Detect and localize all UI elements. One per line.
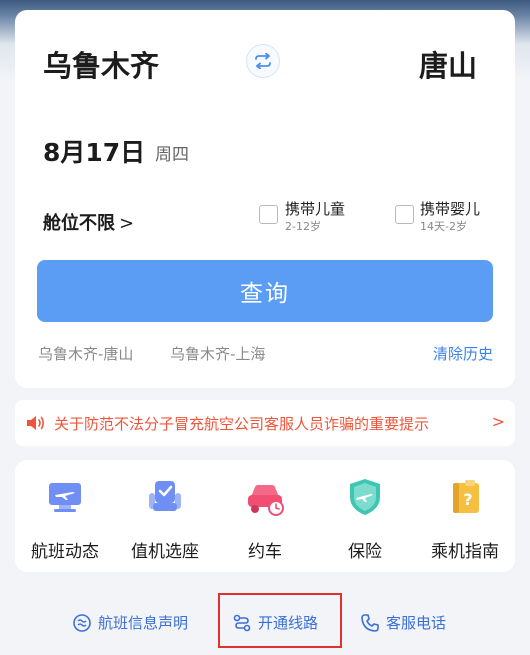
- flight-statement-label: 航班信息声明: [98, 614, 189, 632]
- swap-icon: [255, 53, 271, 69]
- fraud-notice-banner[interactable]: 关于防范不法分子冒充航空公司客服人员诈骗的重要提示 >: [15, 400, 515, 446]
- infant-checkbox[interactable]: [395, 205, 414, 224]
- clear-history-link[interactable]: 清除历史: [433, 343, 493, 364]
- cabin-class-selector[interactable]: 舱位不限 >: [43, 209, 134, 235]
- weekday-label: 周四: [155, 145, 189, 165]
- flight-search-card: 乌鲁木齐 唐山 8月17日 周四 舱位不限 > 携带儿童 2-12岁 携带婴儿 1…: [15, 10, 515, 388]
- infant-age-range: 14天-2岁: [420, 220, 467, 233]
- chevron-right-icon: >: [119, 213, 135, 234]
- history-item[interactable]: 乌鲁木齐-唐山: [38, 343, 133, 364]
- service-insurance[interactable]: 保险: [315, 475, 415, 562]
- child-label: 携带儿童: [285, 200, 346, 218]
- seat-selection-icon: [149, 481, 181, 511]
- swap-cities-button[interactable]: [246, 44, 280, 78]
- infant-label: 携带婴儿: [420, 200, 481, 218]
- child-checkbox[interactable]: [259, 205, 278, 224]
- service-label: 航班动态: [31, 542, 99, 562]
- notice-text: 关于防范不法分子冒充航空公司客服人员诈骗的重要提示: [54, 414, 430, 433]
- service-label: 乘机指南: [431, 542, 499, 562]
- service-travel-guide[interactable]: ? 乘机指南: [415, 475, 515, 562]
- guide-icon: ?: [453, 480, 479, 513]
- speaker-icon: [27, 416, 45, 430]
- departure-date[interactable]: 8月17日: [43, 133, 145, 169]
- service-label: 约车: [248, 542, 282, 562]
- flight-status-icon: [49, 483, 81, 512]
- insurance-shield-icon: [350, 479, 380, 515]
- car-booking-icon: [248, 485, 284, 516]
- arrival-city[interactable]: 唐山: [419, 43, 477, 85]
- customer-service-link[interactable]: 客服电话: [360, 612, 446, 633]
- info-statement-icon: [73, 613, 91, 632]
- history-item[interactable]: 乌鲁木齐-上海: [170, 343, 265, 364]
- phone-icon: [361, 613, 379, 632]
- service-grid: 航班动态 值机选座 约车 保险 ? 乘机指南: [15, 460, 515, 572]
- customer-service-label: 客服电话: [386, 614, 447, 632]
- search-button[interactable]: 查询: [37, 260, 493, 322]
- service-label: 值机选座: [131, 542, 199, 562]
- flight-statement-link[interactable]: 航班信息声明: [72, 612, 188, 633]
- service-flight-status[interactable]: 航班动态: [15, 475, 115, 562]
- child-age-range: 2-12岁: [285, 220, 321, 233]
- service-car-booking[interactable]: 约车: [215, 475, 315, 562]
- cabin-class-label: 舱位不限: [43, 213, 115, 234]
- routes-highlight-box: [218, 593, 342, 648]
- chevron-right-icon: >: [491, 412, 505, 431]
- service-seat-selection[interactable]: 值机选座: [115, 475, 215, 562]
- departure-city[interactable]: 乌鲁木齐: [43, 43, 159, 85]
- svg-text:?: ?: [463, 490, 472, 509]
- service-label: 保险: [348, 542, 382, 562]
